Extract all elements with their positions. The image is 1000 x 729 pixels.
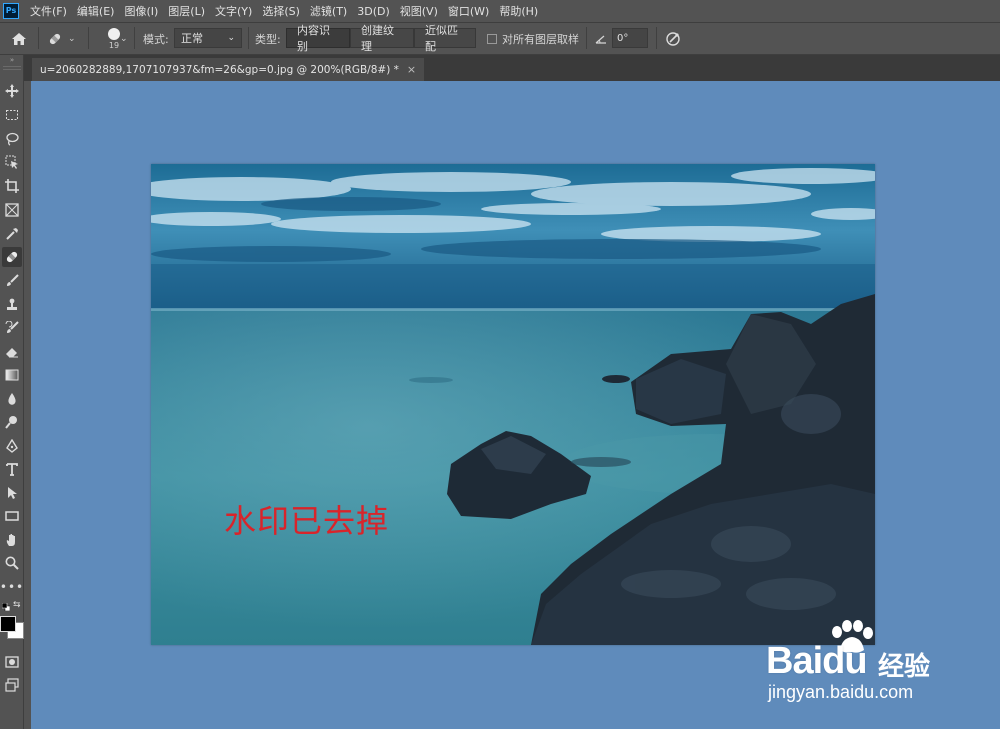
seascape-photo	[151, 164, 875, 645]
collapse-toolbar-icon[interactable]: »	[0, 57, 24, 64]
document-tab-bar: u=2060282889,1707107937&fm=26&gp=0.jpg @…	[24, 55, 1000, 81]
menu-filter[interactable]: 滤镜(T)	[305, 3, 352, 19]
brush-tip-icon	[108, 27, 120, 40]
eyedropper-tool-icon[interactable]	[2, 224, 22, 244]
options-bar: ⌄ 19 ⌄ 模式: 正常 ⌄ 类型: 内容识别 创建纹理 近似匹配 对所有图层…	[0, 22, 1000, 55]
pen-tool-icon[interactable]	[2, 436, 22, 456]
menu-view[interactable]: 视图(V)	[395, 3, 443, 19]
separator	[248, 27, 249, 49]
sample-all-layers-label: 对所有图层取样	[502, 32, 579, 46]
photoshop-logo-icon: Ps	[3, 3, 19, 19]
tools-panel: » ••• ⇆	[0, 55, 24, 729]
separator	[38, 27, 39, 49]
quick-mask-icon[interactable]	[2, 652, 22, 672]
move-tool-icon[interactable]	[2, 81, 22, 101]
swap-colors-icon[interactable]: ⇆	[13, 600, 21, 610]
lasso-tool-icon[interactable]	[2, 129, 22, 149]
type-label: 类型:	[255, 32, 281, 46]
tool-preset-picker[interactable]: ⌄	[46, 23, 80, 54]
brush-tool-icon[interactable]	[2, 271, 22, 291]
separator	[88, 27, 89, 49]
menu-edit[interactable]: 编辑(E)	[72, 3, 120, 19]
gradient-tool-icon[interactable]	[2, 365, 22, 385]
menu-help[interactable]: 帮助(H)	[494, 3, 543, 19]
separator	[656, 27, 657, 49]
menu-file[interactable]: 文件(F)	[25, 3, 72, 19]
clone-stamp-tool-icon[interactable]	[2, 295, 22, 315]
jingyan-text: 经验	[878, 652, 931, 682]
menu-3d[interactable]: 3D(D)	[352, 5, 395, 18]
pressure-size-icon[interactable]	[664, 23, 682, 54]
default-colors-icon[interactable]	[1, 601, 11, 612]
separator	[134, 27, 135, 49]
separator	[586, 27, 587, 49]
crop-tool-icon[interactable]	[2, 176, 22, 196]
chevron-down-icon: ⌄	[227, 33, 235, 43]
object-select-tool-icon[interactable]	[2, 152, 22, 172]
eraser-tool-icon[interactable]	[2, 342, 22, 362]
more-tools-icon[interactable]: •••	[0, 577, 23, 597]
hand-tool-icon[interactable]	[2, 530, 22, 550]
type-create-texture-button[interactable]: 创建纹理	[350, 24, 414, 53]
watermark-removed-text: 水印已去掉	[224, 502, 390, 540]
mode-label: 模式:	[143, 32, 169, 46]
document-tab[interactable]: u=2060282889,1707107937&fm=26&gp=0.jpg @…	[32, 58, 425, 81]
type-proximity-match-button[interactable]: 近似匹配	[414, 24, 476, 53]
toolbar-grip[interactable]	[3, 66, 21, 70]
path-select-tool-icon[interactable]	[2, 483, 22, 503]
foreground-color-swatch[interactable]	[0, 616, 16, 632]
menu-image[interactable]: 图像(I)	[119, 3, 163, 19]
brush-size-value: 19	[108, 40, 120, 50]
baidu-brand-text: Baidu	[766, 640, 868, 682]
chevron-down-icon: ⌄	[68, 33, 76, 44]
mode-value: 正常	[181, 32, 203, 45]
mode-select[interactable]: 正常 ⌄	[174, 28, 242, 48]
type-content-aware-button[interactable]: 内容识别	[286, 24, 350, 53]
menu-window[interactable]: 窗口(W)	[443, 3, 494, 19]
blur-tool-icon[interactable]	[2, 389, 22, 409]
close-icon[interactable]: ×	[407, 63, 416, 76]
document-tab-title: u=2060282889,1707107937&fm=26&gp=0.jpg @…	[40, 63, 399, 76]
rectangle-tool-icon[interactable]	[2, 506, 22, 526]
menu-select[interactable]: 选择(S)	[257, 3, 305, 19]
frame-tool-icon[interactable]	[2, 200, 22, 220]
menu-layer[interactable]: 图层(L)	[163, 3, 210, 19]
healing-brush-preset-icon	[49, 33, 61, 44]
chevron-down-icon[interactable]: ⌄	[120, 23, 130, 54]
zoom-tool-icon[interactable]	[2, 553, 22, 573]
baidu-jingyan-watermark: Baidu 经验 jingyan.baidu.com	[766, 620, 966, 710]
home-icon[interactable]	[8, 23, 30, 54]
healing-brush-tool-icon[interactable]	[2, 247, 22, 267]
menu-type[interactable]: 文字(Y)	[210, 3, 257, 19]
document-image[interactable]: 水印已去掉	[151, 164, 875, 645]
dodge-tool-icon[interactable]	[2, 412, 22, 432]
screen-mode-icon[interactable]	[2, 675, 22, 695]
history-brush-tool-icon[interactable]	[2, 318, 22, 338]
angle-input[interactable]: 0°	[612, 28, 648, 48]
menu-bar: Ps 文件(F) 编辑(E) 图像(I) 图层(L) 文字(Y) 选择(S) 滤…	[0, 0, 1000, 22]
sample-all-layers-checkbox[interactable]	[487, 34, 497, 44]
type-tool-icon[interactable]	[2, 459, 22, 479]
marquee-tool-icon[interactable]	[2, 105, 22, 125]
jingyan-url-text: jingyan.baidu.com	[768, 682, 914, 702]
angle-icon	[595, 23, 609, 54]
